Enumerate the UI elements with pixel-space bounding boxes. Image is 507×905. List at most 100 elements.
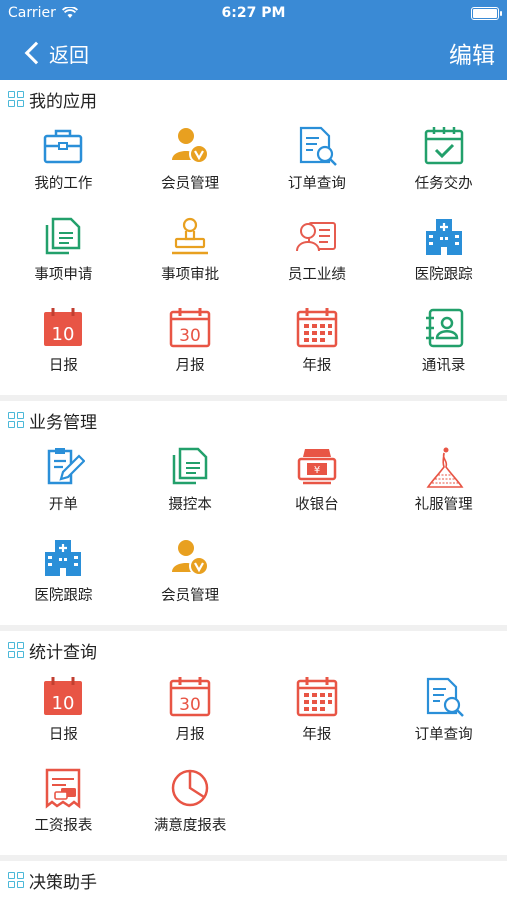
carrier-label: Carrier <box>8 5 56 21</box>
content-area: 我的应用 我的工作 会员管理 订单查询 任务交办 事项申请 事项审批 员工业绩 医院跟踪 10 日报… <box>0 80 507 905</box>
app-item-label: 年报 <box>302 358 332 374</box>
app-item-label: 通讯录 <box>421 358 466 374</box>
stamp-icon <box>168 215 212 259</box>
section-title-text: 统计查询 <box>29 642 97 663</box>
app-header: Carrier 6:27 PM 返回 编辑 <box>0 0 507 80</box>
app-item[interactable]: 会员管理 <box>127 118 254 209</box>
app-item[interactable]: 10 日报 <box>0 300 127 391</box>
task-calendar-check-icon <box>422 124 466 168</box>
section-1: 我的应用我的工作 会员管理 订单查询 任务交办事项申请 事项审批 员工业绩 医院跟踪 10 日报… <box>0 80 507 395</box>
yearly-calendar-icon <box>295 675 339 719</box>
app-item-label: 工资报表 <box>34 818 93 834</box>
app-item-label: 任务交办 <box>414 176 473 192</box>
section-title-text: 业务管理 <box>29 412 97 433</box>
app-item[interactable]: 医院跟踪 <box>380 209 507 300</box>
back-button[interactable]: 返回 <box>24 39 89 68</box>
calendar-number: 10 <box>52 693 75 714</box>
app-item-label: 日报 <box>48 727 78 743</box>
wifi-icon <box>61 7 78 18</box>
back-label: 返回 <box>49 42 89 67</box>
app-item[interactable]: 工资报表 <box>0 760 127 851</box>
daily-calendar-icon: 10 <box>41 675 85 719</box>
app-item[interactable]: 我的工作 <box>0 118 127 209</box>
order-search-icon <box>422 675 466 719</box>
app-item-label: 年报 <box>302 727 332 743</box>
app-item[interactable]: ¥ 收银台 <box>254 439 381 530</box>
app-item-label: 订单查询 <box>287 176 346 192</box>
app-item-label: 日报 <box>48 358 78 374</box>
app-item-label: 月报 <box>175 358 205 374</box>
section-title: 决策助手 <box>0 861 507 899</box>
app-item-label: 订单查询 <box>414 727 473 743</box>
app-item-label: 月报 <box>175 727 205 743</box>
app-item[interactable]: 医院跟踪 <box>0 530 127 621</box>
hospital-icon <box>41 536 85 580</box>
cashier-icon: ¥ <box>295 445 339 489</box>
status-bar: Carrier 6:27 PM <box>0 0 507 26</box>
app-item-label: 满意度报表 <box>153 818 227 834</box>
app-item[interactable]: 年报 <box>254 300 381 391</box>
pie-chart-icon <box>168 766 212 810</box>
app-item[interactable]: 10 日报 <box>0 669 127 760</box>
app-item-label: 会员管理 <box>161 176 220 192</box>
calendar-number: 30 <box>179 695 201 715</box>
app-item[interactable]: 订单查询 <box>254 118 381 209</box>
section-3: 统计查询 10 日报 30 月报 年报 订单查询工资报表 满意度报表 <box>0 631 507 855</box>
contacts-icon <box>422 306 466 350</box>
grid-icon <box>8 872 24 888</box>
clipboard-pen-icon <box>41 445 86 489</box>
calendar-number: 10 <box>52 324 75 345</box>
member-vip-icon <box>168 124 212 168</box>
grid-icon <box>8 91 24 107</box>
app-item[interactable]: 礼服管理 <box>380 439 507 530</box>
app-item[interactable]: 会员管理 <box>127 530 254 621</box>
app-item[interactable]: 通讯录 <box>380 300 507 391</box>
section-2: 业务管理开单 摄控本 ¥ 收银台 礼服管理医院跟踪 会员管理 <box>0 401 507 625</box>
app-item[interactable]: 事项申请 <box>0 209 127 300</box>
salary-report-icon <box>41 766 85 810</box>
yearly-calendar-icon <box>295 306 339 350</box>
app-item[interactable]: 30 月报 <box>127 669 254 760</box>
app-item-label: 开单 <box>48 497 78 513</box>
member-vip-icon <box>168 536 212 580</box>
app-item-label: 医院跟踪 <box>34 588 93 604</box>
section-4: 决策助手 <box>0 861 507 905</box>
app-item-label: 事项申请 <box>34 267 93 283</box>
chevron-left-icon <box>24 41 48 65</box>
app-item-label: 医院跟踪 <box>414 267 473 283</box>
employee-card-icon <box>295 215 339 259</box>
nav-bar: 返回 编辑 <box>0 26 507 80</box>
app-grid: 开单 摄控本 ¥ 收银台 礼服管理医院跟踪 会员管理 <box>0 439 507 621</box>
section-title-text: 我的应用 <box>29 91 97 112</box>
app-grid: 我的工作 会员管理 订单查询 任务交办事项申请 事项审批 员工业绩 医院跟踪 10 日报 30 月报… <box>0 118 507 391</box>
app-item-label: 事项审批 <box>161 267 220 283</box>
grid-icon <box>8 412 24 428</box>
app-item[interactable]: 任务交办 <box>380 118 507 209</box>
calendar-number: 30 <box>179 326 201 346</box>
section-title-text: 决策助手 <box>29 872 97 893</box>
app-item[interactable]: 30 月报 <box>127 300 254 391</box>
app-item[interactable]: 订单查询 <box>380 669 507 760</box>
app-item[interactable]: 事项审批 <box>127 209 254 300</box>
monthly-calendar-icon: 30 <box>168 306 212 350</box>
app-item[interactable]: 摄控本 <box>127 439 254 530</box>
section-title: 我的应用 <box>0 80 507 118</box>
app-item[interactable]: 开单 <box>0 439 127 530</box>
app-item[interactable]: 满意度报表 <box>127 760 254 851</box>
documents-icon <box>41 215 85 259</box>
app-item-label: 会员管理 <box>161 588 220 604</box>
app-item[interactable]: 员工业绩 <box>254 209 381 300</box>
app-item-label: 收银台 <box>295 497 339 513</box>
wedding-dress-icon <box>422 445 466 489</box>
app-item[interactable]: 年报 <box>254 669 381 760</box>
app-grid: 10 日报 30 月报 年报 订单查询工资报表 满意度报表 <box>0 669 507 851</box>
hospital-icon <box>422 215 466 259</box>
section-title: 统计查询 <box>0 631 507 669</box>
daily-calendar-icon: 10 <box>41 306 85 350</box>
svg-text:¥: ¥ <box>314 465 320 476</box>
app-item-label: 我的工作 <box>34 176 93 192</box>
monthly-calendar-icon: 30 <box>168 675 212 719</box>
battery-icon <box>471 6 502 20</box>
order-search-icon <box>295 124 339 168</box>
edit-button[interactable]: 编辑 <box>449 36 495 70</box>
